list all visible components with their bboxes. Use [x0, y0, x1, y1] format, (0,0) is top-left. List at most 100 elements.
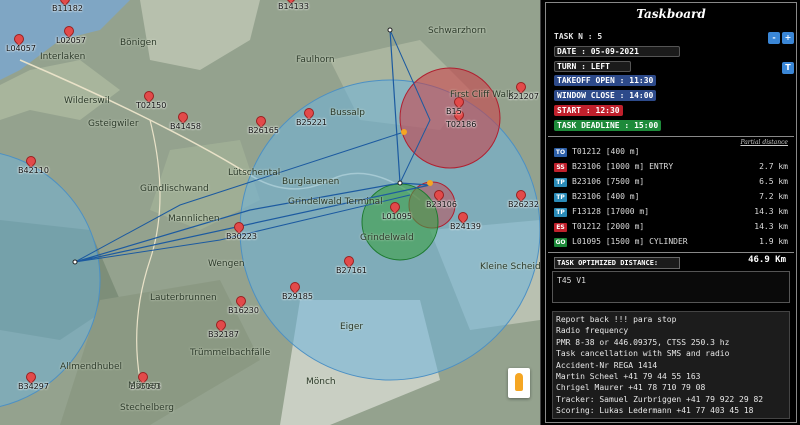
- note-line: Report back !!! para stop: [556, 315, 677, 324]
- note-line: Martin Scheel +41 79 44 55 163: [556, 372, 701, 382]
- turnpoint-row: SS B23106 [1000 m] ENTRY 2.7 km: [552, 160, 792, 175]
- waypoint-label: B26165: [248, 126, 279, 135]
- task-notes[interactable]: Report back !!! para stop Radio frequency…: [552, 311, 790, 419]
- waypoint-label: T02150: [136, 101, 167, 110]
- place-label: Bussalp: [330, 108, 365, 118]
- divider: [548, 252, 794, 253]
- pegman-icon: [515, 373, 523, 391]
- turn-direction: TURN : LEFT: [554, 61, 631, 72]
- map-view[interactable]: B11182 L02057 B14133 L04057 B25221 B26165 B414…: [0, 0, 540, 425]
- turnpoint-name: T01212 [2000 m]: [572, 222, 645, 231]
- task-name-field[interactable]: T45 V1: [552, 271, 790, 303]
- turnpoint-distance: 6.5 km: [759, 177, 788, 186]
- takeoff-open-badge: TAKEOFF OPEN : 11:30: [554, 75, 657, 86]
- note-line: PMR 8-38 or 446.09375, CTSS 250.3 hz: [556, 337, 730, 347]
- waypoint-label: B25221: [296, 118, 327, 127]
- waypoint-label: B11182: [52, 4, 83, 13]
- turnpoint-name: B23106 [1000 m] ENTRY: [572, 162, 674, 171]
- waypoint-label: B30223: [226, 232, 257, 241]
- note-line: Accident-Nr REGA 1414: [556, 360, 658, 370]
- place-label: Allmendhubel: [60, 362, 123, 372]
- note-line: Task cancellation with SMS and radio: [556, 349, 730, 359]
- turnpoint-list: TO T01212 [400 m] SS B23106 [1000 m] ENTRY 2…: [552, 145, 792, 250]
- turnpoint-distance: 2.7 km: [759, 162, 788, 171]
- turnpoint-name: F13128 [17000 m]: [572, 207, 650, 216]
- turnpoint-row: TP F13128 [17000 m] 14.3 km: [552, 205, 792, 220]
- waypoint-label: B41458: [170, 122, 201, 131]
- place-label: Bönigen: [120, 38, 157, 48]
- divider: [548, 136, 794, 137]
- turnpoint-distance: 1.9 km: [759, 237, 788, 246]
- turnpoint-distance: 14.3 km: [754, 222, 788, 231]
- place-label: Mürren: [128, 381, 160, 391]
- turnpoint-row: TO T01212 [400 m]: [552, 145, 792, 160]
- start-time-badge: START : 12:30: [554, 105, 623, 116]
- place-label: Burglauenen: [282, 177, 340, 187]
- waypoint-label: L02057: [56, 36, 86, 45]
- increase-task-button[interactable]: +: [782, 32, 794, 44]
- note-line: Tracker: Samuel Zurbriggen +41 79 922 29…: [556, 394, 764, 404]
- task-number: TASK N : 5: [554, 32, 603, 41]
- turnpoint-type-badge: TP: [554, 208, 567, 217]
- place-label: Eiger: [340, 322, 364, 332]
- place-label: Schwarzhorn: [428, 26, 487, 36]
- turnpoint-type-badge: TP: [554, 178, 567, 187]
- turnpoint-type-badge: TO: [554, 148, 567, 157]
- turnpoint-row: TP B23106 [400 m] 7.2 km: [552, 190, 792, 205]
- waypoint-label: B29185: [282, 292, 313, 301]
- place-label: Interlaken: [40, 52, 86, 62]
- turnpoint-row: ES T01212 [2000 m] 14.3 km: [552, 220, 792, 235]
- turnpoint-name: B23106 [400 m]: [572, 192, 640, 201]
- place-label: Lütschental: [228, 168, 281, 178]
- turnpoint-name: T01212 [400 m]: [572, 147, 640, 156]
- task-deadline-badge: TASK DEADLINE : 15:00: [554, 120, 662, 131]
- waypoint-label: B24139: [450, 222, 481, 231]
- waypoint-label: B42110: [18, 166, 49, 175]
- taskboard-panel: Taskboard - + T TASK N : 5 DATE : 05-09-…: [540, 0, 800, 425]
- toggle-turn-button[interactable]: T: [782, 62, 794, 74]
- panel-title: Taskboard: [636, 7, 706, 21]
- waypoint-label: B15: [446, 107, 462, 116]
- turnpoint-name: L01095 [1500 m] CYLINDER: [572, 237, 688, 246]
- place-label: First Cliff Walk: [450, 90, 514, 100]
- turnpoint-distance: 14.3 km: [754, 207, 788, 216]
- turnpoint-row: TP B23106 [7500 m] 6.5 km: [552, 175, 792, 190]
- turnpoint-type-badge: TP: [554, 193, 567, 202]
- waypoint-label: B23106: [426, 200, 457, 209]
- waypoint-label: L04057: [6, 44, 36, 53]
- window-close-badge: WINDOW CLOSE : 14:00: [554, 90, 657, 101]
- place-label: Trümmelbachfälle: [190, 348, 271, 358]
- turnpoint-type-badge: GO: [554, 238, 567, 247]
- place-label: Stechelberg: [120, 403, 174, 413]
- place-label: Faulhorn: [296, 55, 335, 65]
- date-value: DATE : 05-09-2021: [554, 46, 680, 57]
- waypoint-label: B26232: [508, 200, 539, 209]
- place-label: Grindelwald Terminal: [288, 197, 383, 207]
- place-label: Gsteigwiler: [88, 119, 139, 129]
- optimized-distance-label: TASK OPTIMIZED DISTANCE:: [554, 257, 680, 269]
- taskboard-frame: Taskboard - + T TASK N : 5 DATE : 05-09-…: [545, 2, 797, 423]
- turnpoint-distance: 7.2 km: [759, 192, 788, 201]
- waypoint-label: T02186: [446, 120, 477, 129]
- place-label: Lauterbrunnen: [150, 293, 217, 303]
- place-label: Wengen: [208, 259, 245, 269]
- waypoint-label: B14133: [278, 2, 309, 11]
- turnpoint-row: GO L01095 [1500 m] CYLINDER 1.9 km: [552, 235, 792, 250]
- place-label: Wilderswil: [64, 96, 110, 106]
- place-label: Mannlichen: [168, 214, 220, 224]
- waypoint-label: B27161: [336, 266, 367, 275]
- place-label: Kleine Scheidegg: [480, 262, 540, 272]
- place-label: Grindelwald: [360, 233, 414, 243]
- waypoint-label: B16230: [228, 306, 259, 315]
- waypoint-label: B34297: [18, 382, 49, 391]
- waypoint-label: L01095: [382, 212, 412, 221]
- note-line: Radio frequency: [556, 326, 629, 336]
- street-view-pegman-button[interactable]: [508, 368, 530, 398]
- turnpoint-type-badge: SS: [554, 163, 567, 172]
- place-label: Mönch: [306, 377, 336, 387]
- decrease-task-button[interactable]: -: [768, 32, 780, 44]
- waypoint-label: B32187: [208, 330, 239, 339]
- note-line: Chrigel Maurer +41 78 710 79 08: [556, 383, 706, 393]
- optimized-distance-value: 46.9 Km: [748, 255, 786, 265]
- note-line: Scoring: Lukas Ledermann +41 77 403 45 1…: [556, 406, 754, 416]
